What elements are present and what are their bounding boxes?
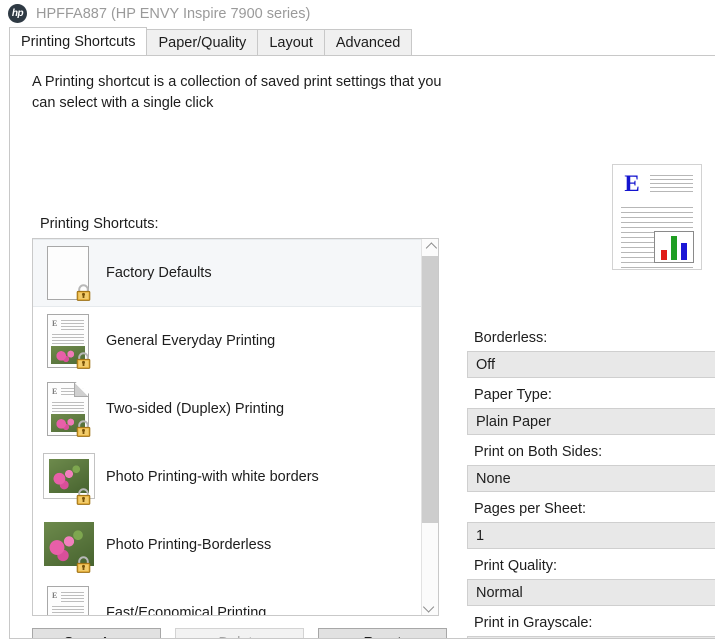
window-title: HPFFA887 (HP ENVY Inspire 7900 series) [36,5,311,22]
shortcut-action-buttons: Save As... Delete Reset [32,628,447,638]
setting-value-print-quality[interactable]: Normal [467,579,715,606]
scrollbar-thumb[interactable] [422,256,438,523]
setting-value-borderless[interactable]: Off [467,351,715,378]
list-item[interactable]: Photo Printing-with white borders [33,443,421,511]
list-item-label: Photo Printing-with white borders [106,469,319,485]
setting-label-borderless: Borderless: [474,330,548,346]
printing-shortcuts-items: Factory Defaults E General Everyday Printi… [33,239,421,615]
scroll-up-button[interactable] [422,239,438,256]
page-lines [61,592,84,604]
page-letter: E [52,319,58,328]
setting-label-print-in-grayscale: Print in Grayscale: [474,615,593,631]
setting-value-print-on-both-sides[interactable]: None [467,465,715,492]
list-item-label: Photo Printing-Borderless [106,537,272,553]
shortcut-thumbnail: E [42,312,94,370]
scroll-down-button[interactable] [422,598,438,615]
setting-label-print-quality: Print Quality: [474,558,557,574]
preview-line [621,267,693,268]
list-item[interactable]: Photo Printing-Borderless [33,511,421,579]
page-fold-corner-icon [74,383,88,397]
page-icon: E [47,586,89,615]
preview-body-lines [621,207,694,268]
settings-summary: Borderless: Off Paper Type: Plain Paper Prin… [467,330,715,638]
listbox-scrollbar[interactable] [421,239,438,615]
list-item[interactable]: E Fast/Economical Printing [33,579,421,615]
lock-icon [74,420,93,437]
setting-label-paper-type: Paper Type: [474,387,552,403]
preview-line [621,222,693,223]
list-item-label: General Everyday Printing [106,333,276,349]
setting-value-pages-per-sheet[interactable]: 1 [467,522,715,549]
preview-line [650,183,693,184]
list-item-label: Two-sided (Duplex) Printing [106,401,285,417]
list-item-label: Fast/Economical Printing [106,605,267,615]
preview-line [650,191,693,192]
preview-line [621,207,693,208]
panel-description: A Printing shortcut is a collection of s… [32,74,442,111]
setting-label-pages-per-sheet: Pages per Sheet: [474,501,587,517]
lock-icon [74,488,93,505]
preview-bar-chart-icon [654,231,694,263]
lock-icon [74,284,93,301]
page-letter: E [52,591,58,600]
preview-chart-bar [661,250,667,260]
preview-line [650,187,693,188]
shortcut-thumbnail [42,516,94,574]
lock-icon [74,556,93,573]
page-letter: E [52,387,58,396]
tab-paper-quality[interactable]: Paper/Quality [146,29,259,55]
page-body-lines [52,606,84,615]
preview-line [650,179,693,180]
preview-letter: E [624,171,640,196]
page-lines [61,320,84,332]
list-item[interactable]: Factory Defaults [33,239,421,307]
list-item-label: Factory Defaults [106,265,212,281]
chevron-down-icon [422,600,435,613]
save-as-button[interactable]: Save As... [32,628,161,638]
preview-line [621,212,693,213]
list-item[interactable]: E General Everyday Printing [33,307,421,375]
list-item[interactable]: E Two-sided (Duplex) Printing [33,375,421,443]
setting-label-print-on-both-sides: Print on Both Sides: [474,444,603,460]
title-bar: hp HPFFA887 (HP ENVY Inspire 7900 series… [0,0,715,27]
hp-logo-icon: hp [8,4,27,23]
tab-strip: Printing Shortcuts Paper/Quality Layout Adv… [0,27,715,55]
preview-header-lines [650,172,693,204]
preview-line [621,217,693,218]
tab-layout[interactable]: Layout [257,29,325,55]
shortcut-thumbnail: E [42,380,94,438]
shortcut-thumbnail [42,244,94,302]
reset-button[interactable]: Reset [318,628,447,638]
lock-icon [74,352,93,369]
setting-value-paper-type[interactable]: Plain Paper [467,408,715,435]
preview-chart-bar [671,236,677,260]
printing-shortcuts-panel: A Printing shortcut is a collection of s… [9,55,715,639]
preview-header-row: E [621,172,693,204]
preview-line [621,227,693,228]
printing-shortcuts-label: Printing Shortcuts: [40,216,159,232]
preview-line [650,175,693,176]
tab-printing-shortcuts[interactable]: Printing Shortcuts [9,27,148,55]
tab-advanced[interactable]: Advanced [323,29,413,55]
printing-shortcuts-listbox[interactable]: Factory Defaults E General Everyday Printi… [32,238,439,616]
shortcut-thumbnail [42,448,95,506]
shortcut-thumbnail: E [42,584,94,615]
delete-button: Delete [175,628,304,638]
chevron-up-icon [425,241,438,254]
scrollbar-track[interactable] [422,256,438,598]
preview-chart-bar [681,243,687,260]
print-preview-thumbnail: E [612,164,702,270]
